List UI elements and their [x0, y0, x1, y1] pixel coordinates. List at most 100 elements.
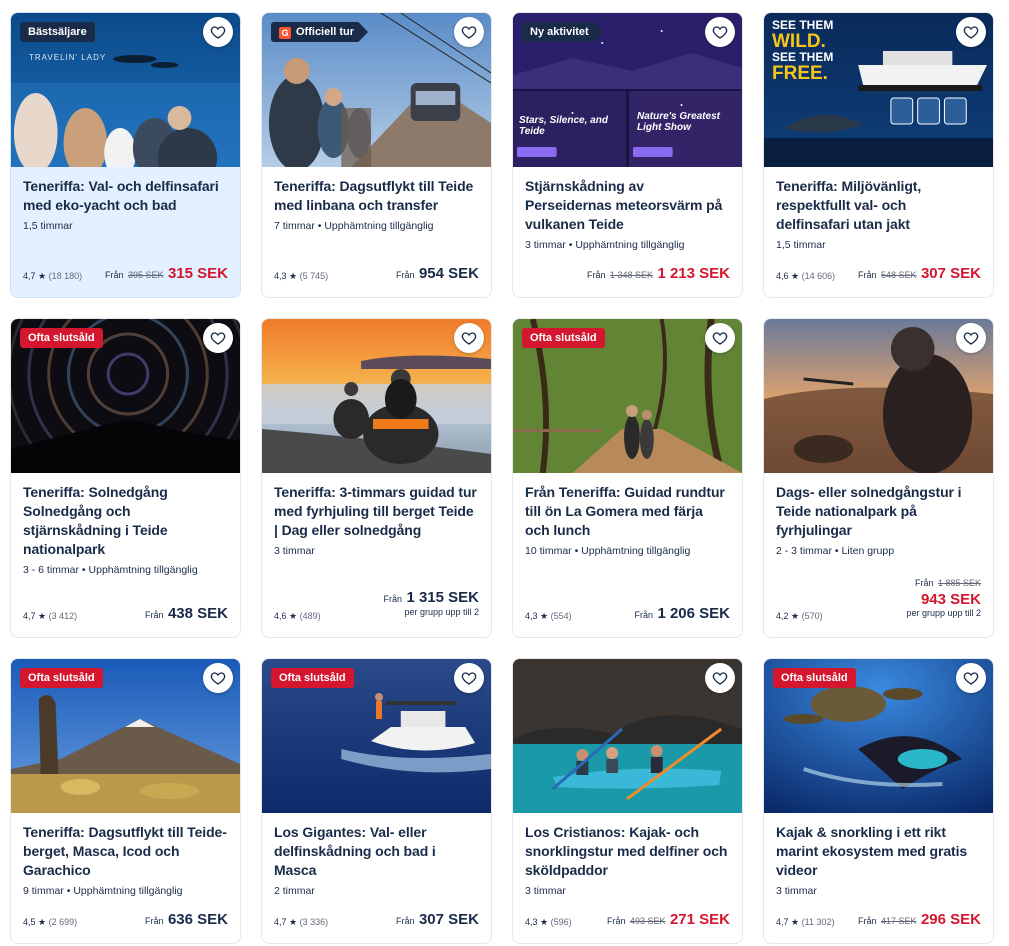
wishlist-heart-icon[interactable]: [454, 17, 484, 47]
wishlist-heart-icon[interactable]: [203, 17, 233, 47]
review-count: (570): [801, 611, 823, 621]
card-price: Från 548 SEK 307 SEK: [858, 265, 981, 283]
card-price: Från 1 315 SEK per grupp upp till 2: [383, 589, 479, 617]
wishlist-heart-icon[interactable]: [454, 663, 484, 693]
card-title[interactable]: Från Teneriffa: Guidad rundtur till ön L…: [525, 483, 730, 540]
activity-card[interactable]: TRAVELIN' LADY Bästsäljare Teneriffa: Va…: [10, 12, 241, 298]
rating-value: 4,6 ★: [274, 611, 298, 621]
card-image: Ofta slutsåld: [513, 319, 742, 473]
card-rating: 4,3 ★ (554): [525, 611, 572, 622]
activity-card[interactable]: Ofta slutsåld Teneriffa: Dagsutflykt til…: [10, 658, 241, 944]
old-price: 493 SEK: [629, 916, 666, 926]
price-from: Från: [144, 916, 164, 926]
price-from: Från: [395, 270, 415, 280]
card-duration: 9 timmar • Upphämtning tillgänglig: [23, 885, 183, 897]
card-price: Från 1 348 SEK 1 213 SEK: [587, 265, 730, 283]
wishlist-heart-icon[interactable]: [956, 17, 986, 47]
card-image: SEE THEM WILD. SEE THEM FREE.: [764, 13, 993, 167]
price-from: Från: [395, 916, 415, 926]
watermark-text: TRAVELIN' LADY: [29, 53, 107, 62]
review-count: (3 336): [299, 917, 329, 927]
card-title[interactable]: Stjärnskådning av Perseidernas meteorsvä…: [525, 177, 730, 234]
current-price: 954 SEK: [418, 265, 479, 282]
review-count: (554): [550, 611, 572, 621]
current-price: 315 SEK: [167, 265, 228, 282]
price-from: Från: [858, 916, 877, 926]
card-image: G Officiell tur: [262, 13, 491, 167]
card-price: Från 954 SEK: [396, 265, 479, 283]
card-title[interactable]: Teneriffa: Dagsutflykt till Teide-berget…: [23, 823, 228, 880]
card-price: Från 493 SEK 271 SEK: [607, 911, 730, 929]
wishlist-heart-icon[interactable]: [454, 323, 484, 353]
activity-card[interactable]: SEE THEM WILD. SEE THEM FREE. Teneriffa:…: [763, 12, 994, 298]
card-title[interactable]: Teneriffa: Val- och delfinsafari med eko…: [23, 177, 228, 215]
rating-value: 4,3 ★: [525, 917, 549, 927]
wishlist-heart-icon[interactable]: [203, 663, 233, 693]
price-from: Från: [858, 270, 877, 280]
card-price: Från 1 885 SEK 943 SEK per grupp upp til…: [906, 573, 981, 618]
card-title[interactable]: Kajak & snorkling i ett rikt marint ekos…: [776, 823, 981, 880]
card-title[interactable]: Teneriffa: Dagsutflykt till Teide med li…: [274, 177, 479, 215]
card-rating: 4,7 ★ (3 336): [274, 917, 328, 928]
wishlist-heart-icon[interactable]: [705, 323, 735, 353]
current-price: 1 206 SEK: [657, 605, 730, 622]
card-title[interactable]: Teneriffa: Miljövänligt, respektfullt va…: [776, 177, 981, 234]
rating-value: 4,3 ★: [274, 271, 298, 281]
card-duration: 10 timmar • Upphämtning tillgänglig: [525, 545, 691, 557]
card-price: Från 307 SEK: [396, 911, 479, 929]
poster-title-left: Stars, Silence, and Teide: [519, 115, 608, 137]
bestseller-badge: Bästsäljare: [20, 22, 95, 42]
card-rating: 4,7 ★ (3 412): [23, 611, 77, 622]
activity-card[interactable]: Teneriffa: 3-timmars guidad tur med fyrh…: [261, 318, 492, 638]
old-price: 1 348 SEK: [609, 270, 653, 280]
review-count: (596): [550, 917, 572, 927]
card-price: Från 1 206 SEK: [634, 605, 730, 623]
card-title[interactable]: Teneriffa: 3-timmars guidad tur med fyrh…: [274, 483, 479, 540]
activity-card[interactable]: Ofta slutsåld Teneriffa: Solnedgång Soln…: [10, 318, 241, 638]
card-rating: 4,6 ★ (489): [274, 611, 321, 622]
activity-card[interactable]: Dags- eller solnedgångstur i Teide natio…: [763, 318, 994, 638]
official-tour-badge: G Officiell tur: [271, 22, 369, 42]
current-price: 1 315 SEK: [406, 589, 479, 606]
activity-card[interactable]: Ofta slutsåld Los Gigantes: Val- eller d…: [261, 658, 492, 944]
wishlist-heart-icon[interactable]: [203, 323, 233, 353]
card-duration: 7 timmar • Upphämtning tillgänglig: [274, 220, 434, 232]
card-title[interactable]: Los Gigantes: Val- eller delfinskådning …: [274, 823, 479, 880]
card-duration: 3 timmar: [776, 885, 817, 897]
price-from: Från: [915, 578, 934, 588]
current-price: 1 213 SEK: [657, 265, 730, 282]
old-price: 1 885 SEK: [937, 578, 981, 588]
review-count: (14 606): [801, 271, 836, 281]
card-image: Ofta slutsåld: [764, 659, 993, 813]
wishlist-heart-icon[interactable]: [956, 323, 986, 353]
wishlist-heart-icon[interactable]: [956, 663, 986, 693]
activity-card[interactable]: Los Cristianos: Kajak- och snorklingstur…: [512, 658, 743, 944]
card-duration: 2 - 3 timmar • Liten grupp: [776, 545, 895, 557]
card-image: [262, 319, 491, 473]
activity-card[interactable]: G Officiell tur Teneriffa: Dagsutflykt ti…: [261, 12, 492, 298]
price-from: Från: [587, 270, 606, 280]
card-rating: 4,2 ★ (570): [776, 611, 823, 622]
wishlist-heart-icon[interactable]: [705, 17, 735, 47]
rating-value: 4,2 ★: [776, 611, 800, 621]
card-duration: 3 timmar: [525, 885, 566, 897]
card-rating: 4,7 ★ (11 302): [776, 917, 834, 928]
card-duration: 3 timmar • Upphämtning tillgänglig: [525, 239, 685, 251]
card-image: Stars, Silence, and Teide Nature's Great…: [513, 13, 742, 167]
price-from: Från: [383, 594, 402, 604]
rating-value: 4,5 ★: [23, 917, 47, 927]
activity-card[interactable]: Ofta slutsåld Kajak & snorkling i ett ri…: [763, 658, 994, 944]
often-sold-out-badge: Ofta slutsåld: [20, 668, 103, 688]
price-from: Från: [105, 270, 124, 280]
card-price: Från 636 SEK: [145, 911, 228, 929]
card-title[interactable]: Los Cristianos: Kajak- och snorklingstur…: [525, 823, 730, 880]
card-title[interactable]: Dags- eller solnedgångstur i Teide natio…: [776, 483, 981, 540]
activity-card[interactable]: Stars, Silence, and Teide Nature's Great…: [512, 12, 743, 298]
price-from: Från: [634, 610, 653, 620]
wishlist-heart-icon[interactable]: [705, 663, 735, 693]
old-price: 548 SEK: [880, 270, 917, 280]
card-image: Ofta slutsåld: [11, 319, 240, 473]
activity-card[interactable]: Ofta slutsåld Från Teneriffa: Guidad run…: [512, 318, 743, 638]
card-title[interactable]: Teneriffa: Solnedgång Solnedgång och stj…: [23, 483, 228, 559]
often-sold-out-badge: Ofta slutsåld: [522, 328, 605, 348]
